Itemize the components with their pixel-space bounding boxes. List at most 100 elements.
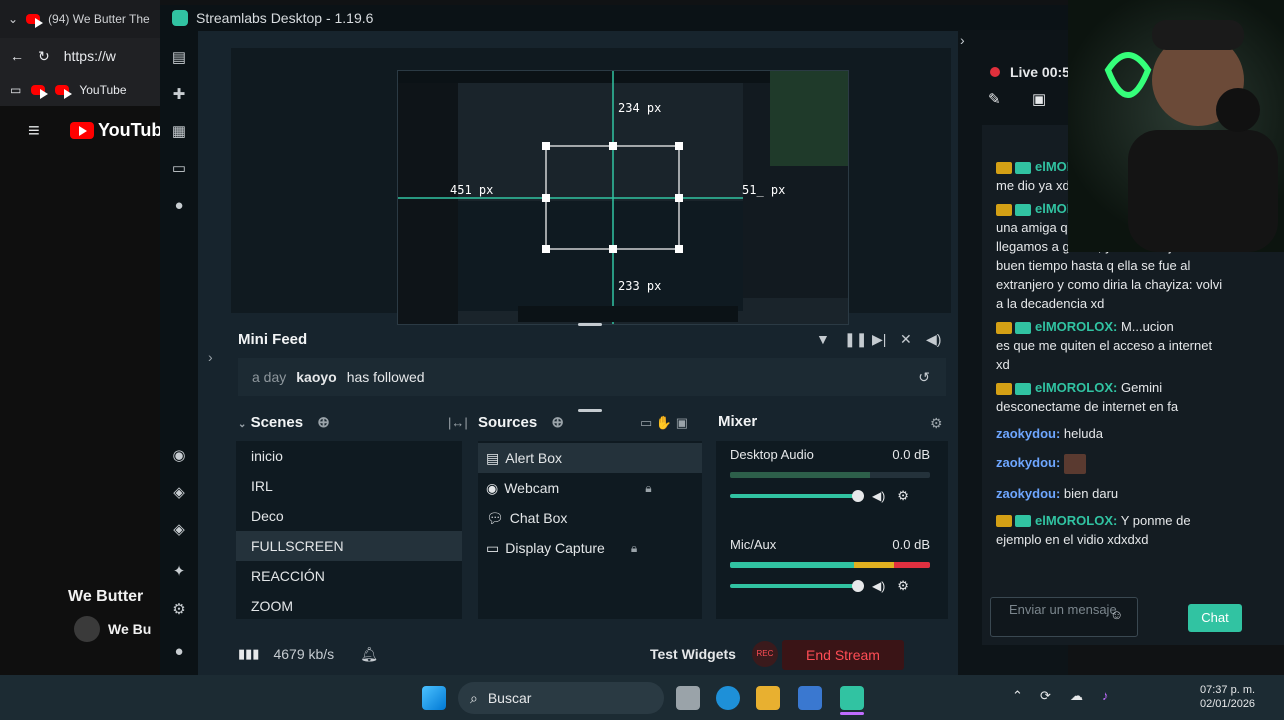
themes-icon[interactable]: ✚ — [170, 86, 188, 104]
editor-main: 234 px 451 px 51_ px 233 px › Mini Feed … — [198, 31, 1068, 675]
resize-handle[interactable] — [675, 194, 683, 202]
source-item[interactable]: 💬︎ Chat Box — [478, 503, 702, 533]
collapse-chevron-icon[interactable]: › — [960, 32, 965, 48]
store-icon[interactable] — [798, 686, 822, 710]
scene-item[interactable]: ZOOM — [236, 591, 462, 621]
test-widgets-button[interactable]: Test Widgets — [650, 646, 736, 662]
scene-item[interactable]: inicio — [236, 441, 462, 471]
edge-icon[interactable] — [716, 686, 740, 710]
lock-icon[interactable]: 🔒︎ — [645, 473, 651, 503]
add-scene-icon[interactable]: ⊕ — [317, 414, 330, 431]
url-text[interactable]: https://w — [64, 48, 116, 64]
live-dock-icon[interactable]: ● — [170, 197, 188, 215]
pause-icon[interactable]: ❚❚ — [844, 331, 867, 348]
task-view-icon[interactable] — [676, 686, 700, 710]
scene-item[interactable]: IRL — [236, 471, 462, 501]
source-item[interactable]: ▭ Display Capture 🔒︎ — [478, 533, 702, 563]
feed-user[interactable]: kaoyo — [296, 369, 336, 385]
layout-icon[interactable]: ▭ — [170, 160, 188, 178]
video-title[interactable]: We Butter — [0, 586, 160, 606]
address-bar[interactable]: ← ↻ https://w — [0, 38, 160, 74]
end-stream-button[interactable]: End Stream — [782, 640, 904, 670]
chevron-down-icon[interactable]: ⌄ — [8, 12, 18, 26]
tray-chevron-icon[interactable]: ⌃ — [1012, 688, 1023, 704]
volume-slider[interactable] — [730, 580, 864, 592]
chat-username[interactable]: zaokydou: — [996, 486, 1060, 501]
settings-icon[interactable]: ⚙ — [170, 601, 188, 619]
edit-pencil-icon[interactable]: ✎ — [988, 90, 1001, 108]
resize-grip[interactable] — [578, 409, 602, 412]
add-source-icon[interactable]: ⊕ — [551, 414, 564, 431]
slider-knob[interactable] — [852, 580, 864, 592]
speaker-icon[interactable]: ◀) — [872, 489, 885, 503]
notifications-icon[interactable]: 🔔︎ — [360, 646, 378, 663]
reload-icon[interactable]: ↻ — [38, 48, 50, 65]
scene-transition-icon[interactable]: |↔| — [448, 415, 468, 430]
sparkle-icon[interactable]: ✦ — [170, 563, 188, 581]
tray-mic-icon[interactable]: ♪ — [1102, 688, 1109, 703]
source-item[interactable]: ▤ Alert Box — [478, 443, 702, 473]
sub-badge-icon — [1015, 321, 1031, 334]
scene-item[interactable]: Deco — [236, 501, 462, 531]
hamburger-menu-icon[interactable]: ≡ — [28, 120, 40, 143]
emoji-icon[interactable]: ☺ — [1110, 607, 1123, 622]
slider-knob[interactable] — [852, 490, 864, 502]
channel-settings-icon[interactable]: ⚙ — [897, 578, 909, 594]
chat-username[interactable]: zaokydou: — [996, 455, 1060, 470]
chat-username[interactable]: elMOROLOX: — [1035, 513, 1117, 528]
app-icon-2[interactable]: ◈ — [170, 484, 188, 502]
feed-time: a day — [252, 369, 287, 385]
tray-sync-icon[interactable]: ⟳ — [1040, 688, 1051, 704]
resize-handle[interactable] — [675, 245, 683, 253]
bookmark-youtube[interactable]: YouTube — [79, 83, 126, 97]
resize-grip[interactable] — [578, 323, 602, 326]
resize-handle[interactable] — [675, 142, 683, 150]
resize-handle[interactable] — [542, 142, 550, 150]
dashboard-icon[interactable]: ▣ — [1032, 90, 1046, 108]
editor-icon[interactable]: ▤ — [170, 49, 188, 67]
taskbar-clock[interactable]: 07:37 p. m. 02/01/2026 — [1200, 683, 1255, 711]
volume-icon[interactable]: ◀) — [926, 331, 941, 348]
source-item[interactable]: ◉ Webcam 🔒︎ — [478, 473, 702, 503]
mixer-settings-icon[interactable]: ⚙ — [930, 415, 943, 432]
resize-handle[interactable] — [609, 142, 617, 150]
back-arrow-icon[interactable]: ← — [10, 48, 24, 64]
replay-icon[interactable]: ↺ — [918, 369, 930, 386]
scene-item[interactable]: REACCIÓN — [236, 561, 462, 591]
channel-settings-icon[interactable]: ⚙ — [897, 488, 909, 504]
youtube-logo[interactable]: YouTube — [70, 120, 172, 141]
source-toolbar-icons[interactable]: ▭ ✋ ▣ — [640, 415, 688, 431]
profile-icon[interactable]: ● — [170, 643, 188, 661]
app-icon-3[interactable]: ◈ — [170, 521, 188, 539]
browser-tab-title[interactable]: (94) We Butter The — [48, 12, 150, 26]
stream-preview[interactable]: 234 px 451 px 51_ px 233 px — [231, 48, 951, 325]
skip-icon[interactable]: ▶| — [872, 331, 886, 348]
chat-username[interactable]: elMOROLOX: — [1035, 319, 1117, 334]
chat-username[interactable]: zaokydou: — [996, 426, 1060, 441]
chat-username[interactable]: elMOROLOX: — [1035, 380, 1117, 395]
lock-icon[interactable]: 🔒︎ — [631, 533, 637, 563]
channel-avatar[interactable] — [74, 616, 100, 642]
resize-handle[interactable] — [542, 245, 550, 253]
collapse-chevron-icon[interactable]: ⌄ — [238, 419, 246, 430]
filter-icon[interactable]: ▼ — [816, 331, 830, 347]
tray-weather-icon[interactable]: ☁ — [1070, 688, 1083, 704]
windows-start-icon[interactable] — [422, 686, 446, 710]
mute-alerts-icon[interactable]: ✕ — [900, 331, 912, 348]
tab-search-icon[interactable]: ▭ — [10, 83, 21, 97]
stats-icon[interactable]: ▮▮▮ — [238, 646, 259, 662]
store-icon[interactable]: ▦ — [170, 123, 188, 141]
streamlabs-taskbar-icon[interactable] — [840, 686, 864, 710]
volume-slider[interactable] — [730, 490, 864, 502]
rec-button[interactable]: REC — [751, 641, 778, 667]
speaker-icon[interactable]: ◀) — [872, 579, 885, 593]
taskbar-search[interactable]: ⌕ Buscar — [458, 682, 664, 714]
scene-item[interactable]: FULLSCREEN — [236, 531, 462, 561]
chat-send-button[interactable]: Chat — [1188, 604, 1242, 632]
app-icon-1[interactable]: ◉ — [170, 447, 188, 465]
file-explorer-icon[interactable] — [756, 686, 780, 710]
expand-chevron-icon[interactable]: › — [208, 349, 213, 365]
resize-handle[interactable] — [542, 194, 550, 202]
channel-name[interactable]: We Bu — [108, 621, 151, 637]
resize-handle[interactable] — [609, 245, 617, 253]
